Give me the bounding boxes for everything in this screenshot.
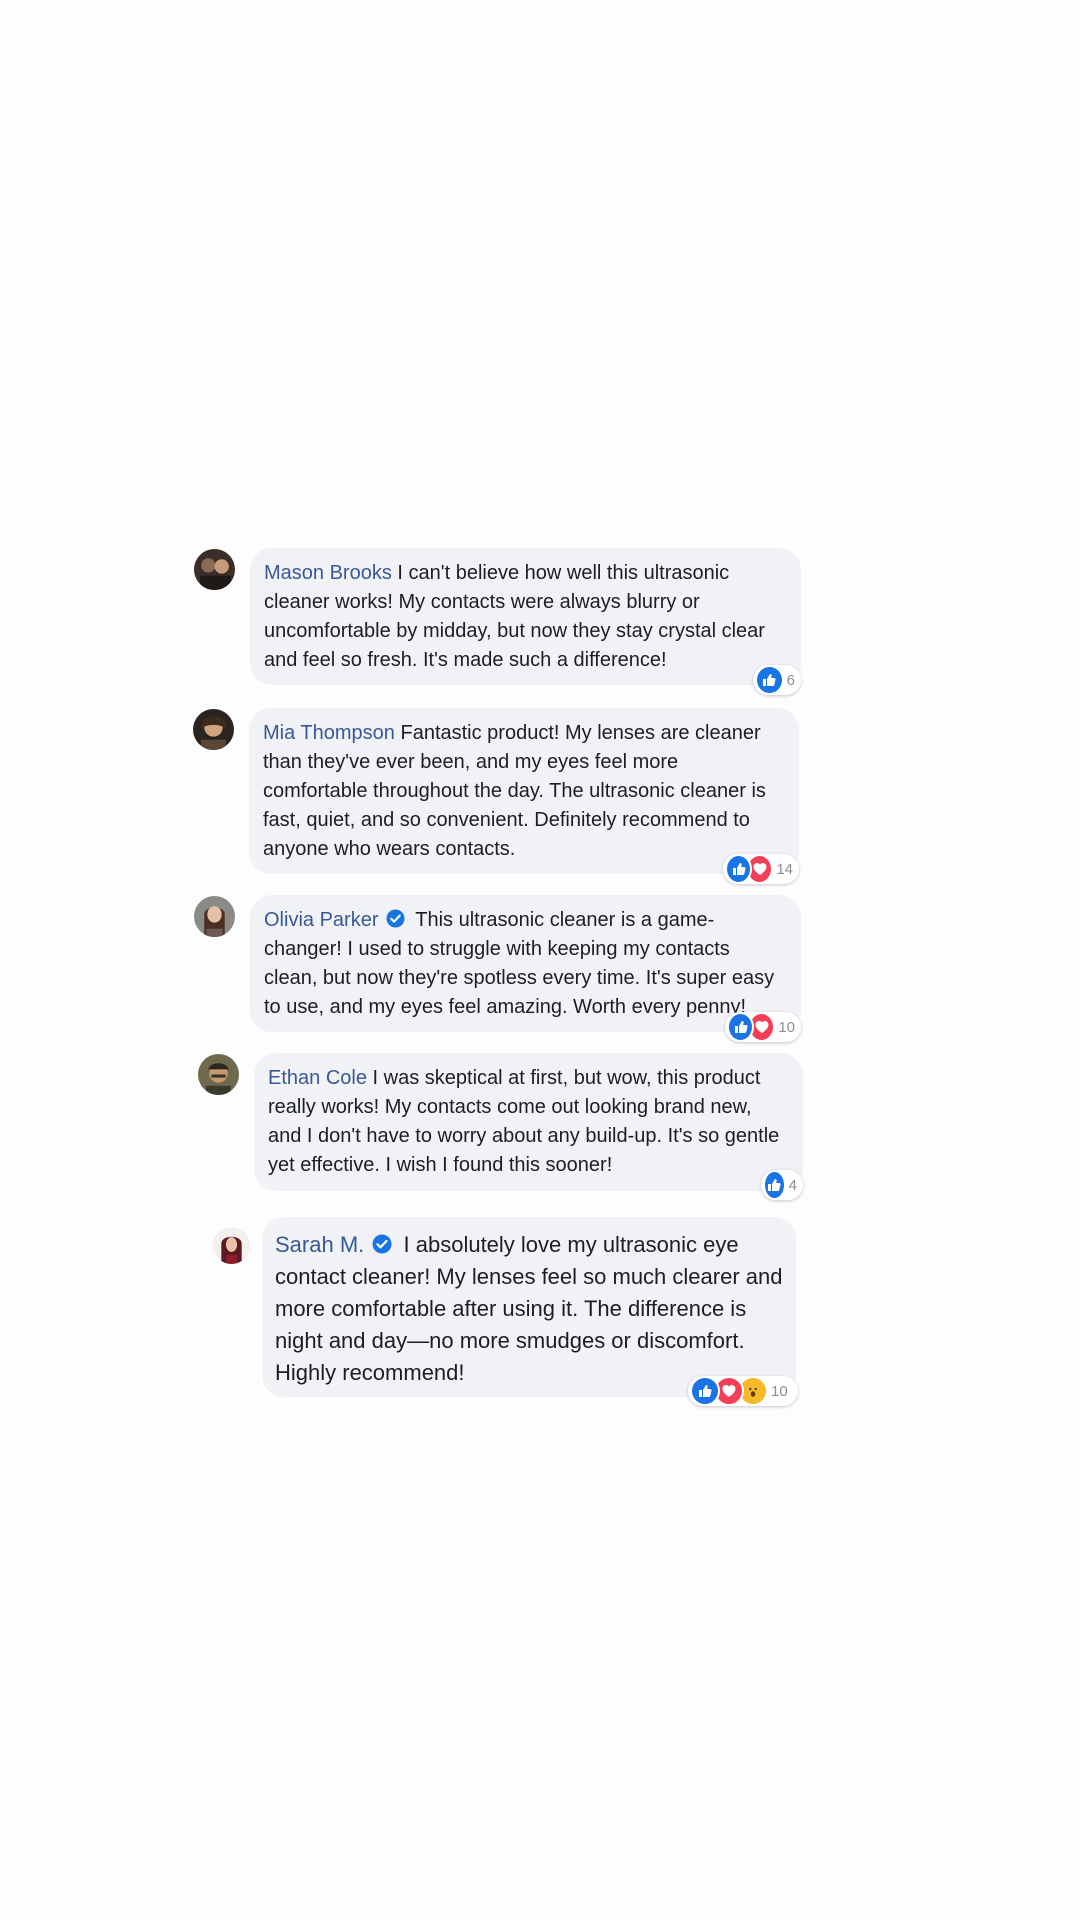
reaction-count: 10 bbox=[778, 1018, 795, 1036]
comment-bubble: Sarah M. I absolutely love my ultrasonic… bbox=[262, 1217, 796, 1397]
comments-thread: Mason Brooks I can't believe how well th… bbox=[0, 0, 1080, 1920]
comment-author-link[interactable]: Ethan Cole bbox=[268, 1067, 367, 1089]
verified-badge-icon bbox=[372, 1234, 392, 1254]
comment-bubble: Olivia Parker This ultrasonic cleaner is… bbox=[250, 895, 801, 1032]
avatar[interactable] bbox=[194, 549, 235, 590]
avatar[interactable] bbox=[198, 1054, 239, 1095]
like-icon bbox=[727, 1012, 755, 1042]
like-icon bbox=[755, 665, 784, 695]
like-icon bbox=[725, 854, 753, 884]
reaction-count: 10 bbox=[771, 1382, 788, 1400]
reaction-count: 14 bbox=[776, 860, 793, 878]
comment-bubble: Mia Thompson Fantastic product! My lense… bbox=[249, 708, 799, 874]
avatar[interactable] bbox=[213, 1227, 250, 1264]
reactions-summary[interactable]: 14 bbox=[723, 854, 799, 884]
reactions-summary[interactable]: 10 bbox=[725, 1012, 801, 1042]
reaction-count: 6 bbox=[786, 671, 795, 689]
comment-bubble: Mason Brooks I can't believe how well th… bbox=[250, 548, 801, 685]
like-icon bbox=[690, 1376, 720, 1406]
avatar[interactable] bbox=[193, 709, 234, 750]
like-icon bbox=[763, 1170, 786, 1200]
comment-bubble: Ethan Cole I was skeptical at first, but… bbox=[254, 1053, 803, 1191]
comment-author-link[interactable]: Sarah M. bbox=[275, 1232, 364, 1257]
verified-badge-icon bbox=[386, 909, 405, 928]
comment-author-link[interactable]: Mason Brooks bbox=[264, 562, 392, 584]
avatar[interactable] bbox=[194, 896, 235, 937]
comment-author-link[interactable]: Mia Thompson bbox=[263, 722, 395, 744]
reactions-summary[interactable]: 4 bbox=[761, 1170, 803, 1200]
reactions-summary[interactable]: 10 bbox=[688, 1376, 798, 1406]
reactions-summary[interactable]: 6 bbox=[753, 665, 801, 695]
reaction-count: 4 bbox=[788, 1176, 797, 1194]
comment-author-link[interactable]: Olivia Parker bbox=[264, 909, 378, 931]
